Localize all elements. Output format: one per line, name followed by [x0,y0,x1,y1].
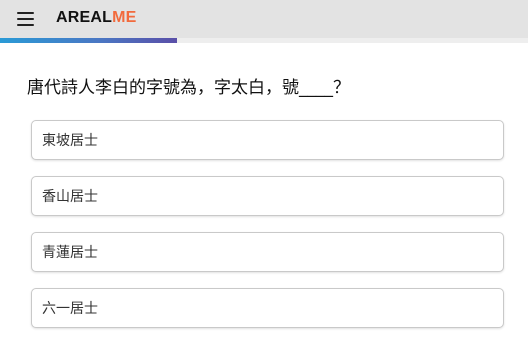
answer-option-2[interactable]: 香山居士 [31,176,504,216]
answer-option-1[interactable]: 東坡居士 [31,120,504,160]
quiz-progress-fill [0,38,177,43]
logo-text-main: AREAL [56,9,113,26]
top-bar: AREALME [0,0,528,38]
answer-option-4[interactable]: 六一居士 [31,288,504,328]
app-logo[interactable]: AREALME [56,9,137,27]
hamburger-menu-icon[interactable] [17,12,34,26]
answer-options: 東坡居士 香山居士 青蓮居士 六一居士 [31,120,504,344]
question-text: 唐代詩人李白的字號為，字太白，號____？ [27,78,350,98]
quiz-progress-bar [0,38,528,43]
answer-option-3[interactable]: 青蓮居士 [31,232,504,272]
logo-text-accent: ME [112,9,137,26]
